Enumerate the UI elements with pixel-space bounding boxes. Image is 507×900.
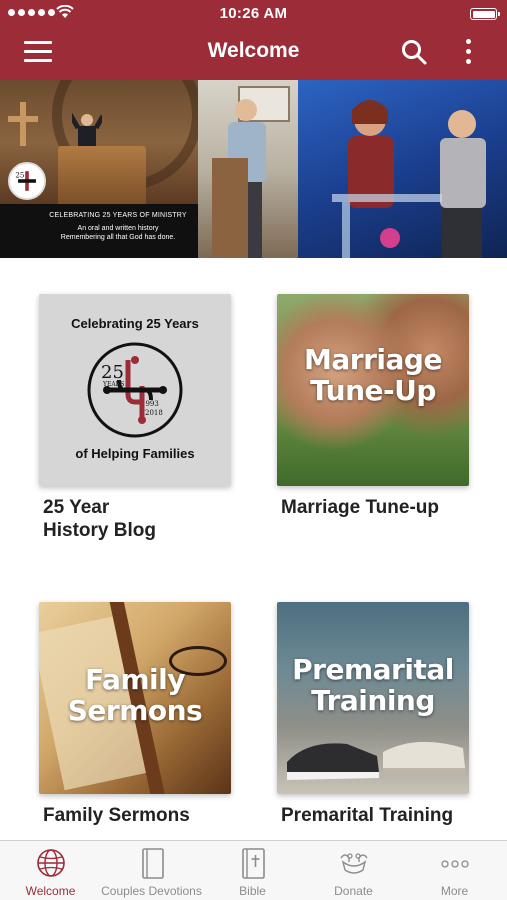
battery-icon [470,8,500,20]
status-time: 10:26 AM [219,5,288,22]
premarital-tile-title-line1: Premarital [292,653,454,686]
menu-button[interactable] [24,38,54,64]
anniversary-emblem-icon: 25 YEARS 1993 2018 [87,342,183,438]
history-blog-label-line1: 25 Year [43,497,110,518]
tab-welcome[interactable]: Welcome [0,841,101,900]
tab-more-label: More [440,884,469,898]
hero-photo-couple [298,80,507,258]
tab-bible-label: Bible [239,884,266,898]
hero-caption-title: CELEBRATING 25 YEARS OF MINISTRY [49,212,187,219]
hero-photo-pulpit: 25 CELEBRATING 25 YEARS OF MINISTRY An o… [0,80,198,258]
bottom-tab-bar: Welcome Couples Devotions Bible Donate M… [0,840,507,900]
marriage-tile-title: Marriage Tune-Up [277,344,469,406]
tab-more[interactable]: More [404,841,505,900]
history-blog-label[interactable]: 25 Year History Blog [43,496,156,542]
hero-caption: CELEBRATING 25 YEARS OF MINISTRY An oral… [0,204,198,258]
hero-logo: 25 [8,162,46,200]
app-header: 10:26 AM Welcome [0,0,507,80]
more-dots-icon [441,860,469,868]
hero-caption-line2: An oral and written history [77,225,159,232]
tab-welcome-label: Welcome [25,884,76,898]
history-blog-label-line2: History Blog [43,520,156,541]
sermons-tile-title: Family Sermons [39,664,231,726]
sermons-tile-title-line1: Family [84,663,186,696]
svg-text:25: 25 [101,362,124,383]
tab-donate[interactable]: Donate [303,841,404,900]
history-tile-top-text: Celebrating 25 Years [71,316,199,331]
svg-text:2018: 2018 [145,409,163,417]
family-sermons-label[interactable]: Family Sermons [43,804,190,827]
premarital-training-tile[interactable]: Premarital Training [277,602,469,794]
page-title: Welcome [207,39,300,62]
tab-couples-devotions-label: Couples Devotions [101,884,202,898]
bible-cross-icon [242,848,265,879]
history-tile-bottom-text: of Helping Families [75,446,195,461]
history-blog-tile[interactable]: Celebrating 25 Years 25 YEARS 1993 2018 … [39,294,231,486]
hero-photo-speaker [198,80,298,258]
family-sermons-tile[interactable]: Family Sermons [39,602,231,794]
hero-caption-line3: Remembering all that God has done. [60,234,176,241]
svg-text:25: 25 [15,170,24,179]
premarital-training-label[interactable]: Premarital Training [281,804,453,827]
marriage-tile-title-line1: Marriage [304,343,442,376]
tab-couples-devotions[interactable]: Couples Devotions [101,841,202,900]
tab-bible[interactable]: Bible [202,841,303,900]
sermons-tile-title-line2: Sermons [67,694,203,727]
tab-donate-label: Donate [334,884,373,898]
book-icon [142,848,164,879]
donate-hands-icon [340,853,368,874]
sneakers-decoration [287,741,465,780]
hero-banner-image: 25 CELEBRATING 25 YEARS OF MINISTRY An o… [0,80,507,258]
premarital-tile-title-line2: Training [311,684,435,717]
globe-icon [37,849,65,877]
marriage-tile-title-line2: Tune-Up [310,374,436,407]
search-icon[interactable] [400,38,428,66]
marriage-tuneup-label[interactable]: Marriage Tune-up [281,496,439,519]
premarital-tile-title: Premarital Training [277,654,469,716]
status-bar: 10:26 AM [0,0,507,26]
overflow-menu-button[interactable] [458,38,478,66]
marriage-tuneup-tile[interactable]: Marriage Tune-Up [277,294,469,486]
